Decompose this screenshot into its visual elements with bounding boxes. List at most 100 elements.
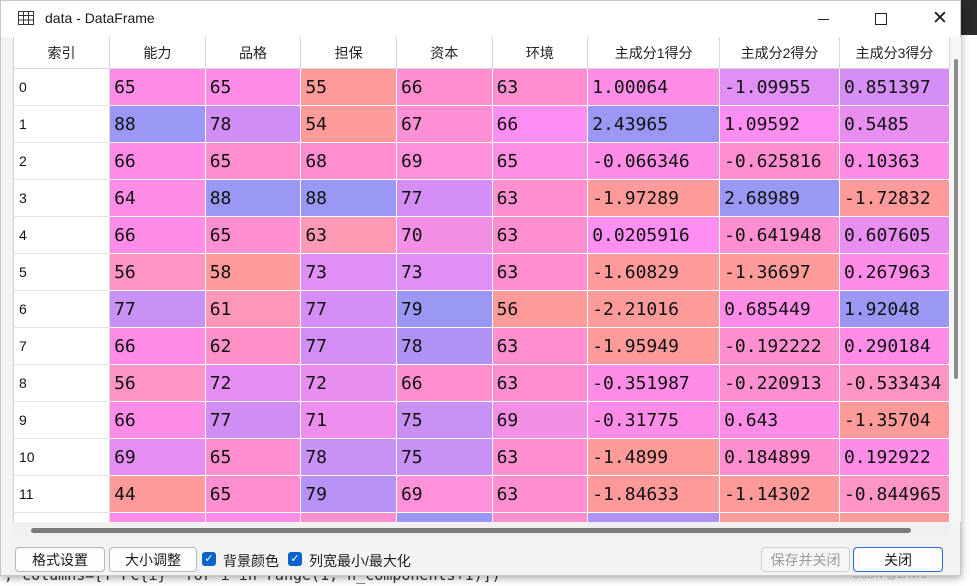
table-cell[interactable]: 77 — [109, 290, 206, 328]
row-index[interactable]: 2 — [14, 142, 111, 180]
table-cell[interactable]: 73 — [300, 253, 397, 291]
table-cell[interactable]: 78 — [300, 438, 397, 476]
vertical-scrollbar[interactable] — [951, 37, 961, 522]
table-cell[interactable]: 1.00064 — [587, 68, 721, 106]
table-cell[interactable]: -0.192222 — [719, 327, 840, 365]
table-cell[interactable] — [839, 512, 950, 522]
table-cell[interactable]: -0.625816 — [719, 142, 840, 180]
title-bar[interactable]: data - DataFrame ✕ — [1, 1, 960, 37]
table-cell[interactable]: 88 — [300, 179, 397, 217]
table-cell[interactable]: 69 — [492, 401, 589, 439]
table-cell[interactable]: 63 — [492, 475, 589, 513]
table-cell[interactable]: 61 — [205, 290, 302, 328]
table-cell[interactable]: -0.351987 — [587, 364, 721, 402]
table-cell[interactable]: 0.851397 — [839, 68, 950, 106]
format-button[interactable]: 格式设置 — [15, 547, 105, 572]
minimize-button[interactable] — [800, 1, 846, 37]
table-cell[interactable]: 65 — [205, 216, 302, 254]
table-cell[interactable]: 65 — [205, 438, 302, 476]
table-cell[interactable]: 56 — [492, 290, 589, 328]
table-cell[interactable] — [205, 512, 302, 522]
table-cell[interactable]: 63 — [492, 364, 589, 402]
table-cell[interactable]: 56 — [109, 253, 206, 291]
row-index[interactable]: 4 — [14, 216, 111, 254]
table-cell[interactable]: 75 — [396, 438, 493, 476]
save-and-close-button[interactable]: 保存并关闭 — [761, 547, 850, 572]
table-cell[interactable]: -2.21016 — [587, 290, 721, 328]
table-cell[interactable]: 2.43965 — [587, 105, 721, 143]
table-cell[interactable]: 88 — [205, 179, 302, 217]
table-cell[interactable]: 79 — [396, 290, 493, 328]
table-cell[interactable]: 0.10363 — [839, 142, 950, 180]
column-header[interactable]: 环境 — [492, 37, 589, 69]
row-index[interactable]: 0 — [14, 68, 111, 106]
table-cell[interactable]: 66 — [109, 216, 206, 254]
table-cell[interactable]: 66 — [396, 68, 493, 106]
table-cell[interactable]: 0.643 — [719, 401, 840, 439]
row-index[interactable] — [14, 512, 111, 522]
column-header-index[interactable]: 索引 — [14, 37, 111, 69]
table-cell[interactable]: 65 — [492, 142, 589, 180]
table-cell[interactable]: -1.60829 — [587, 253, 721, 291]
table-cell[interactable]: -1.4899 — [587, 438, 721, 476]
table-cell[interactable]: 0.192922 — [839, 438, 950, 476]
table-cell[interactable]: 1.92048 — [839, 290, 950, 328]
table-cell[interactable]: 66 — [396, 364, 493, 402]
row-index[interactable]: 8 — [14, 364, 111, 402]
column-header[interactable]: 能力 — [109, 37, 206, 69]
table-cell[interactable]: 79 — [300, 475, 397, 513]
table-cell[interactable]: -1.97289 — [587, 179, 721, 217]
col-width-checkbox[interactable]: ✓ — [288, 552, 302, 566]
table-cell[interactable]: -0.220913 — [719, 364, 840, 402]
table-cell[interactable]: -1.35704 — [839, 401, 950, 439]
table-cell[interactable]: 66 — [109, 142, 206, 180]
table-cell[interactable]: -0.31775 — [587, 401, 721, 439]
table-cell[interactable] — [396, 512, 493, 522]
column-header[interactable]: 主成分1得分 — [587, 37, 721, 69]
table-cell[interactable]: 44 — [109, 475, 206, 513]
close-button[interactable]: 关闭 — [853, 547, 943, 572]
table-cell[interactable]: 65 — [205, 475, 302, 513]
table-cell[interactable] — [300, 512, 397, 522]
table-cell[interactable]: -0.066346 — [587, 142, 721, 180]
table-cell[interactable]: 0.5485 — [839, 105, 950, 143]
table-cell[interactable]: 0.607605 — [839, 216, 950, 254]
table-cell[interactable]: 63 — [492, 438, 589, 476]
row-index[interactable]: 6 — [14, 290, 111, 328]
table-cell[interactable] — [719, 512, 840, 522]
column-header[interactable]: 担保 — [300, 37, 397, 69]
close-window-button[interactable]: ✕ — [916, 1, 962, 37]
table-cell[interactable]: 56 — [109, 364, 206, 402]
table-cell[interactable]: 72 — [300, 364, 397, 402]
table-cell[interactable]: -1.95949 — [587, 327, 721, 365]
table-cell[interactable]: -1.36697 — [719, 253, 840, 291]
row-index[interactable]: 11 — [14, 475, 111, 513]
table-cell[interactable]: 77 — [300, 327, 397, 365]
table-cell[interactable]: 69 — [396, 475, 493, 513]
table-cell[interactable]: 68 — [300, 142, 397, 180]
maximize-button[interactable] — [858, 1, 904, 37]
table-cell[interactable]: 63 — [492, 68, 589, 106]
table-cell[interactable]: 69 — [109, 438, 206, 476]
table-cell[interactable]: 63 — [492, 216, 589, 254]
table-cell[interactable]: 78 — [396, 327, 493, 365]
table-cell[interactable]: 64 — [109, 179, 206, 217]
table-cell[interactable]: 66 — [492, 105, 589, 143]
table-cell[interactable]: 55 — [300, 68, 397, 106]
table-cell[interactable]: 54 — [300, 105, 397, 143]
table-cell[interactable]: 77 — [205, 401, 302, 439]
table-cell[interactable]: 65 — [205, 142, 302, 180]
row-index[interactable]: 5 — [14, 253, 111, 291]
table-cell[interactable]: 66 — [109, 327, 206, 365]
table-cell[interactable]: 63 — [492, 253, 589, 291]
vertical-scroll-thumb[interactable] — [954, 59, 958, 379]
table-cell[interactable]: -1.14302 — [719, 475, 840, 513]
row-index[interactable]: 10 — [14, 438, 111, 476]
table-cell[interactable]: 69 — [396, 142, 493, 180]
table-cell[interactable]: 77 — [300, 290, 397, 328]
table-cell[interactable]: 0.267963 — [839, 253, 950, 291]
table-cell[interactable]: -0.844965 — [839, 475, 950, 513]
table-cell[interactable]: 75 — [396, 401, 493, 439]
table-cell[interactable]: 70 — [396, 216, 493, 254]
table-cell[interactable]: 63 — [492, 179, 589, 217]
